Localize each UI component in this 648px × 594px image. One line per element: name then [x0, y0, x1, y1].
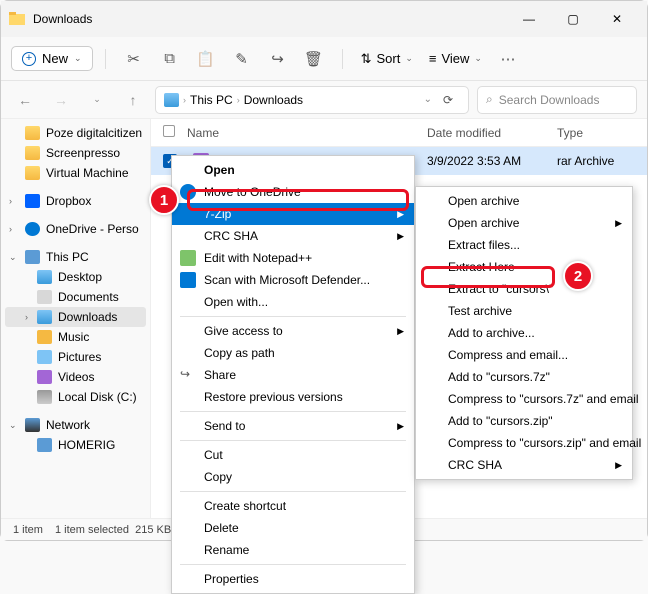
paste-icon[interactable]: 📋 [190, 50, 222, 68]
breadcrumb[interactable]: › This PC › Downloads ⌄ ⟳ [155, 86, 469, 114]
search-input[interactable]: ⌕ Search Downloads [477, 86, 637, 114]
ctx2-extractto[interactable]: Extract to "cursors\" [416, 278, 632, 300]
ctx-open[interactable]: Open [172, 159, 414, 181]
ctx-defender[interactable]: Scan with Microsoft Defender... [172, 269, 414, 291]
ctx2-compresszip[interactable]: Compress to "cursors.zip" and email [416, 432, 632, 454]
badge-2: 2 [563, 261, 593, 291]
ctx-rename[interactable]: Rename [172, 539, 414, 561]
sidebar-item-screenpresso[interactable]: Screenpresso [1, 143, 150, 163]
ctx-move-onedrive[interactable]: Move to OneDrive [172, 181, 414, 203]
search-icon: ⌕ [486, 92, 493, 107]
ctx-properties[interactable]: Properties [172, 568, 414, 590]
ctx-notepad[interactable]: Edit with Notepad++ [172, 247, 414, 269]
file-date: 3/9/2022 3:53 AM [427, 154, 557, 168]
ctx-copy[interactable]: Copy [172, 466, 414, 488]
plus-icon: + [22, 52, 36, 66]
sidebar-item-homerig[interactable]: HOMERIG [1, 435, 150, 455]
chevron-down-icon: ⌄ [74, 53, 82, 64]
breadcrumb-pc[interactable]: This PC [190, 93, 233, 107]
ctx2-extractfiles[interactable]: Extract files... [416, 234, 632, 256]
copy-icon[interactable]: ⧉ [154, 50, 186, 67]
more-button[interactable]: ⋯ [492, 50, 524, 68]
sidebar-item-dropbox[interactable]: ›Dropbox [1, 191, 150, 211]
ctx2-addarchive[interactable]: Add to archive... [416, 322, 632, 344]
forward-button[interactable]: → [47, 92, 75, 108]
separator [342, 49, 343, 69]
ctx-cut[interactable]: Cut [172, 444, 414, 466]
ctx2-compress7z[interactable]: Compress to "cursors.7z" and email [416, 388, 632, 410]
context-submenu: Open archive Open archive▶ Extract files… [415, 186, 633, 480]
view-button[interactable]: ≡ View ⌄ [423, 51, 488, 66]
column-header[interactable]: Name Date modified Type [151, 119, 647, 147]
ctx-7zip[interactable]: 7-Zip▶ [172, 203, 414, 225]
sidebar: Poze digitalcitizen Screenpresso Virtual… [1, 119, 151, 518]
ctx2-compressemail[interactable]: Compress and email... [416, 344, 632, 366]
file-type: rar Archive [557, 154, 647, 168]
ctx2-openarchive-sub[interactable]: Open archive▶ [416, 212, 632, 234]
cut-icon[interactable]: ✂ [118, 50, 150, 68]
up-button[interactable]: ↑ [119, 92, 147, 108]
sort-button[interactable]: ⇅ Sort ⌄ [355, 51, 419, 67]
col-date[interactable]: Date modified [427, 126, 557, 140]
minimize-button[interactable]: ― [507, 1, 551, 37]
selectall-checkbox[interactable] [163, 125, 175, 137]
window-title: Downloads [33, 12, 507, 26]
sidebar-item-network[interactable]: ⌄Network [1, 415, 150, 435]
back-button[interactable]: ← [11, 92, 39, 108]
context-menu: Open Move to OneDrive 7-Zip▶ CRC SHA▶ Ed… [171, 155, 415, 594]
up-button[interactable]: ⌄ [83, 94, 111, 105]
new-button[interactable]: + New ⌄ [11, 46, 93, 71]
new-label: New [42, 51, 68, 66]
sidebar-item-disk[interactable]: Local Disk (C:) [1, 387, 150, 407]
sidebar-item-thispc[interactable]: ⌄This PC [1, 247, 150, 267]
col-type[interactable]: Type [557, 126, 647, 140]
sidebar-item-vm[interactable]: Virtual Machine [1, 163, 150, 183]
download-icon [164, 93, 179, 107]
ctx-sendto[interactable]: Send to▶ [172, 415, 414, 437]
status-selected: 1 item selected [55, 524, 129, 536]
ctx-giveaccess[interactable]: Give access to▶ [172, 320, 414, 342]
ctx2-openarchive[interactable]: Open archive [416, 190, 632, 212]
sidebar-item-downloads[interactable]: ›Downloads [5, 307, 146, 327]
ctx2-test[interactable]: Test archive [416, 300, 632, 322]
ctx-restore[interactable]: Restore previous versions [172, 386, 414, 408]
ctx-share[interactable]: ↪Share [172, 364, 414, 386]
sidebar-item-videos[interactable]: Videos [1, 367, 150, 387]
breadcrumb-downloads[interactable]: Downloads [244, 93, 303, 107]
sidebar-item-onedrive[interactable]: ›OneDrive - Perso [1, 219, 150, 239]
close-button[interactable]: ✕ [595, 1, 639, 37]
ctx2-extracthere[interactable]: Extract Here [416, 256, 632, 278]
share-icon[interactable]: ↪ [262, 50, 294, 68]
search-placeholder: Search Downloads [499, 93, 600, 107]
badge-1: 1 [149, 185, 179, 215]
folder-icon [9, 11, 25, 27]
ctx-openwith[interactable]: Open with... [172, 291, 414, 313]
maximize-button[interactable]: ▢ [551, 1, 595, 37]
rename-icon[interactable]: ✎ [226, 50, 258, 68]
ctx-copypath[interactable]: Copy as path [172, 342, 414, 364]
status-items: 1 item [13, 524, 43, 536]
delete-icon[interactable]: 🗑 [298, 50, 330, 68]
sidebar-item-pictures[interactable]: Pictures [1, 347, 150, 367]
sidebar-item-poze[interactable]: Poze digitalcitizen [1, 123, 150, 143]
separator [105, 49, 106, 69]
ctx2-crcsha[interactable]: CRC SHA▶ [416, 454, 632, 476]
ctx-crc[interactable]: CRC SHA▶ [172, 225, 414, 247]
col-name[interactable]: Name [187, 126, 427, 140]
ctx2-addzip[interactable]: Add to "cursors.zip" [416, 410, 632, 432]
ctx-delete[interactable]: Delete [172, 517, 414, 539]
ctx-shortcut[interactable]: Create shortcut [172, 495, 414, 517]
status-size: 215 KB [135, 524, 171, 536]
sidebar-item-documents[interactable]: Documents [1, 287, 150, 307]
sidebar-item-music[interactable]: Music [1, 327, 150, 347]
sidebar-item-desktop[interactable]: Desktop [1, 267, 150, 287]
refresh-button[interactable]: ⟳ [436, 93, 460, 107]
ctx2-add7z[interactable]: Add to "cursors.7z" [416, 366, 632, 388]
